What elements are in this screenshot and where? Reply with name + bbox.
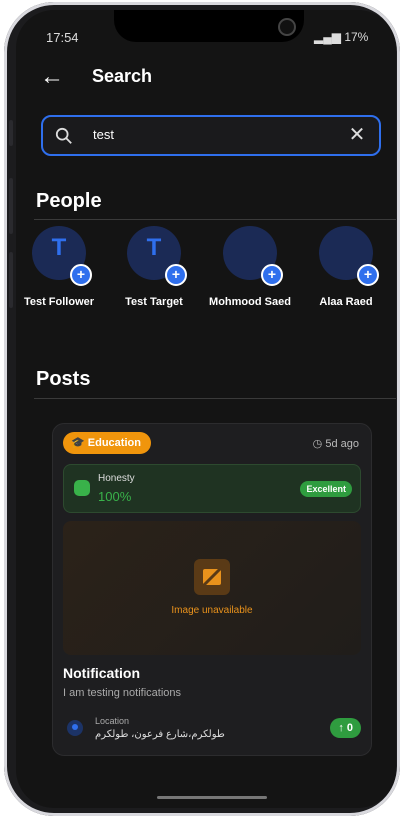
post-title: Notification <box>63 665 140 681</box>
people-list: T + Test Follower T + Test Target + Mohm… <box>16 226 396 316</box>
side-button <box>9 178 13 234</box>
follow-plus-icon[interactable]: + <box>165 264 187 286</box>
search-icon <box>55 127 72 144</box>
people-divider <box>34 219 396 220</box>
avatar-initial: T <box>146 234 162 261</box>
person-name: Test Target <box>125 296 183 308</box>
education-icon: 🎓 <box>71 437 85 449</box>
image-unavailable-text: Image unavailable <box>171 605 253 616</box>
honesty-icon <box>74 480 90 496</box>
person-item[interactable]: T + Test Follower <box>16 226 105 308</box>
people-heading: People <box>36 190 102 212</box>
avatar-initial: T <box>51 234 67 261</box>
follow-plus-icon[interactable]: + <box>261 264 283 286</box>
posts-heading: Posts <box>36 368 91 390</box>
header: ← Search <box>16 56 396 100</box>
posts-divider <box>34 398 396 399</box>
search-input[interactable] <box>91 126 345 143</box>
app-screen: 17:54 ▂▄▆ 17% ← Search ✕ People T + Test… <box>16 10 396 808</box>
person-item[interactable]: + Mohmood Saed <box>204 226 296 308</box>
follow-plus-icon[interactable]: + <box>357 264 379 286</box>
side-button <box>9 120 13 146</box>
search-box[interactable]: ✕ <box>41 115 381 156</box>
avatar: T + <box>32 226 92 286</box>
time-ago-label: 5d ago <box>325 438 359 450</box>
camera <box>278 18 296 36</box>
upvote-button[interactable]: ↑ 0 <box>330 718 361 738</box>
follow-plus-icon[interactable]: + <box>70 264 92 286</box>
category-label: Education <box>87 437 141 449</box>
honesty-label: Honesty <box>98 473 135 484</box>
home-indicator[interactable] <box>157 796 267 799</box>
person-item[interactable]: + Alaa Raed <box>300 226 392 308</box>
person-name: Test Follower <box>23 296 95 308</box>
image-unavailable-icon <box>194 559 230 595</box>
battery-level: 17% <box>344 30 369 44</box>
person-item[interactable]: T + Test Target <box>108 226 200 308</box>
status-time: 17:54 <box>46 30 79 45</box>
person-name: Mohmood Saed <box>209 296 291 308</box>
honesty-panel: Honesty 100% Excellent <box>63 464 361 513</box>
person-name: Alaa Raed <box>319 296 373 308</box>
post-body: I am testing notifications <box>63 687 182 699</box>
signal-icon: ▂▄▆ <box>314 30 341 44</box>
page-title: Search <box>92 66 153 86</box>
avatar: + <box>223 226 283 286</box>
post-card[interactable]: 🎓 Education ◷ 5d ago Honesty 100% Excell… <box>52 423 372 756</box>
clock-icon: ◷ <box>312 438 323 450</box>
location-label: Location <box>95 716 130 726</box>
status-indicators: ▂▄▆ 17% <box>314 30 368 44</box>
clear-icon[interactable]: ✕ <box>347 125 367 145</box>
location-value: طولكرم،شارع فرعون، طولكرم <box>95 729 225 740</box>
notch <box>114 10 304 42</box>
back-arrow-icon[interactable]: ← <box>40 64 66 90</box>
avatar: + <box>319 226 379 286</box>
avatar: T + <box>127 226 187 286</box>
honesty-value: 100% <box>98 489 132 504</box>
location-pin-icon <box>67 720 83 736</box>
side-button <box>9 252 13 308</box>
honesty-badge: Excellent <box>300 481 352 497</box>
post-time: ◷ 5d ago <box>313 437 359 450</box>
category-badge: 🎓 Education <box>63 432 151 454</box>
post-image: Image unavailable <box>63 521 361 655</box>
